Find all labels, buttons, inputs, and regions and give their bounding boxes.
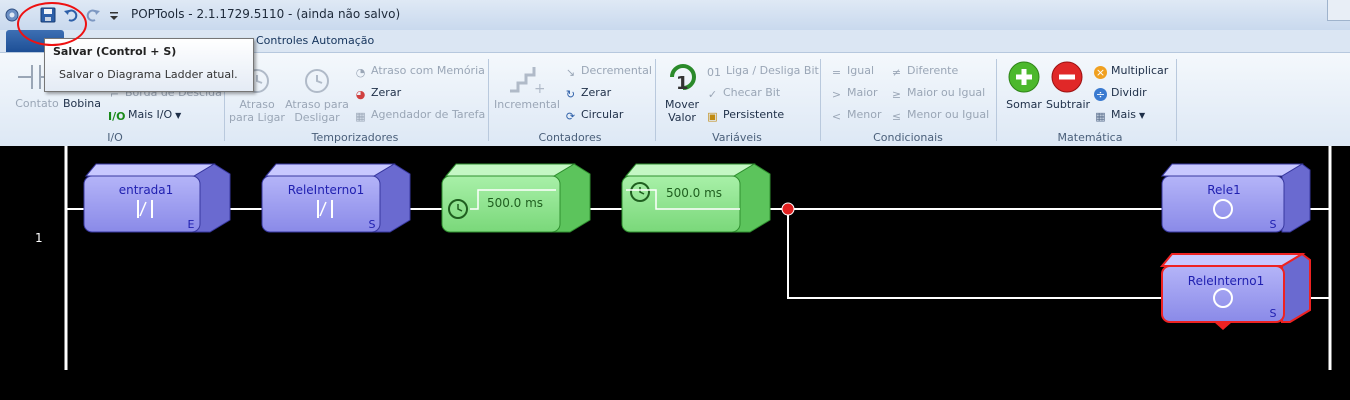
svg-text:+: + <box>534 81 544 95</box>
dividir-button[interactable]: ÷ Dividir <box>1094 86 1147 101</box>
zerar-timer-button[interactable]: ◕ Zerar <box>354 86 401 101</box>
less-equal-icon: ≤ <box>891 110 902 123</box>
save-tooltip: Salvar (Control + S) Salvar o Diagrama L… <box>44 38 254 92</box>
not-equal-icon: ≠ <box>891 66 902 79</box>
decremental-button[interactable]: ↘ Decremental <box>564 64 652 79</box>
bobina-button[interactable]: Bobina <box>60 97 104 110</box>
group-label-contadores: Contadores <box>538 131 602 144</box>
timer-off-block[interactable]: 500.0 ms <box>621 163 771 233</box>
equal-icon: = <box>831 66 842 79</box>
persistent-icon: ▣ <box>707 110 718 123</box>
redo-icon[interactable] <box>85 7 101 23</box>
maior-igual-button[interactable]: ≥ Maior ou Igual <box>890 86 985 101</box>
multiplicar-button[interactable]: × Multiplicar <box>1094 64 1168 79</box>
agendador-button[interactable]: ▦ Agendador de Tarefa <box>354 108 485 123</box>
tooltip-description: Salvar o Diagrama Ladder atual. <box>59 68 238 81</box>
diferente-button[interactable]: ≠ Diferente <box>890 64 958 79</box>
mover-valor-button[interactable]: Mover Valor <box>660 98 704 124</box>
window-title: POPTools - 2.1.1729.5110 - (ainda não sa… <box>131 7 401 21</box>
incremental-button[interactable]: Incremental <box>494 98 560 111</box>
title-bar: POPTools - 2.1.1729.5110 - (ainda não sa… <box>0 0 1350 31</box>
highlight-annotation <box>17 2 87 46</box>
group-label-variaveis: Variáveis <box>712 131 762 144</box>
circular-counter-icon: ⟳ <box>565 110 576 123</box>
chevron-down-icon: ▼ <box>1139 111 1146 120</box>
greater-than-icon: > <box>831 88 842 101</box>
ladder-diagram[interactable]: 1 entrada1 E ReleInterno1 S 500.0 ms 500… <box>0 146 1350 400</box>
coil-rele1[interactable]: Rele1 S <box>1160 163 1311 233</box>
divide-icon: ÷ <box>1094 88 1107 101</box>
timer-value: 500.0 ms <box>666 186 722 200</box>
circular-button[interactable]: ⟳ Circular <box>564 108 623 123</box>
contact-releinterno1[interactable]: ReleInterno1 S <box>261 163 411 233</box>
timer-on-block[interactable]: 500.0 ms <box>441 163 591 233</box>
table-icon: ▦ <box>1095 110 1106 123</box>
persistente-button[interactable]: ▣ Persistente <box>706 108 784 123</box>
block-type: S <box>1270 307 1277 320</box>
group-divider <box>1176 59 1177 141</box>
branch-node <box>781 202 795 216</box>
multiply-icon: × <box>1094 66 1107 79</box>
mais-io-button[interactable]: I/O Mais I/O ▼ <box>108 108 181 123</box>
group-divider <box>996 59 997 141</box>
counter-increment-icon: + <box>510 67 544 95</box>
window-control-button[interactable] <box>1327 0 1350 21</box>
group-label-matematica: Matemática <box>1057 131 1123 144</box>
svg-text:1: 1 <box>676 73 689 94</box>
menor-igual-button[interactable]: ≤ Menor ou Igual <box>890 108 989 123</box>
less-than-icon: < <box>831 110 842 123</box>
block-type: S <box>369 218 376 231</box>
mais-math-button[interactable]: ▦ Mais ▼ <box>1094 108 1145 123</box>
contact-entrada1[interactable]: entrada1 E <box>83 163 231 233</box>
atraso-desligar-button[interactable]: Atraso para Desligar <box>284 98 350 124</box>
group-divider <box>655 59 656 141</box>
add-icon <box>1008 61 1040 93</box>
group-divider <box>820 59 821 141</box>
chevron-down-icon: ▼ <box>175 111 182 120</box>
greater-equal-icon: ≥ <box>891 88 902 101</box>
tab-controles-automacao[interactable]: Controles Automação <box>256 34 374 47</box>
block-name: entrada1 <box>119 183 174 197</box>
block-name: Rele1 <box>1207 183 1241 197</box>
block-name: ReleInterno1 <box>288 183 364 197</box>
group-divider <box>488 59 489 141</box>
group-label-temporizadores: Temporizadores <box>311 131 399 144</box>
io-icon: I/O <box>108 110 126 123</box>
timer-value: 500.0 ms <box>487 196 543 210</box>
maior-button[interactable]: > Maior <box>830 86 878 101</box>
liga-desliga-bit-button[interactable]: 01 Liga / Desliga Bit <box>706 64 819 79</box>
tooltip-title: Salvar (Control + S) <box>53 45 177 58</box>
somar-button[interactable]: Somar <box>1002 98 1046 111</box>
memory-timer-icon: ◔ <box>355 66 366 79</box>
atraso-ligar-button[interactable]: Atraso para Ligar <box>228 98 286 124</box>
igual-button[interactable]: = Igual <box>830 64 874 79</box>
counter-decrement-icon: ↘ <box>565 66 576 79</box>
timer-off-delay-icon <box>305 69 329 93</box>
subtrair-button[interactable]: Subtrair <box>1044 98 1092 111</box>
bit-toggle-icon: 01 <box>707 66 721 79</box>
group-label-condicionais: Condicionais <box>873 131 943 144</box>
move-value-icon: 1 <box>670 64 696 94</box>
subtract-icon <box>1051 61 1083 93</box>
zerar-counter-button[interactable]: ↻ Zerar <box>564 86 611 101</box>
check-bit-icon: ✓ <box>707 88 718 101</box>
coil-releinterno1-selected[interactable]: ReleInterno1 S <box>1159 252 1311 330</box>
block-type: E <box>188 218 195 231</box>
block-type: S <box>1270 218 1277 231</box>
group-label-io: I/O <box>107 131 123 144</box>
customize-dropdown-icon[interactable] <box>106 7 122 23</box>
atraso-memoria-button[interactable]: ◔ Atraso com Memória <box>354 64 485 79</box>
block-name: ReleInterno1 <box>1188 274 1264 288</box>
reset-timer-icon: ◕ <box>355 88 366 101</box>
rung-number: 1 <box>35 231 43 245</box>
checar-bit-button[interactable]: ✓ Checar Bit <box>706 86 780 101</box>
contato-button[interactable]: Contato <box>14 97 60 110</box>
reset-counter-icon: ↻ <box>565 88 576 101</box>
scheduler-icon: ▦ <box>355 110 366 123</box>
menor-button[interactable]: < Menor <box>830 108 882 123</box>
selection-marker-icon <box>1214 322 1232 330</box>
